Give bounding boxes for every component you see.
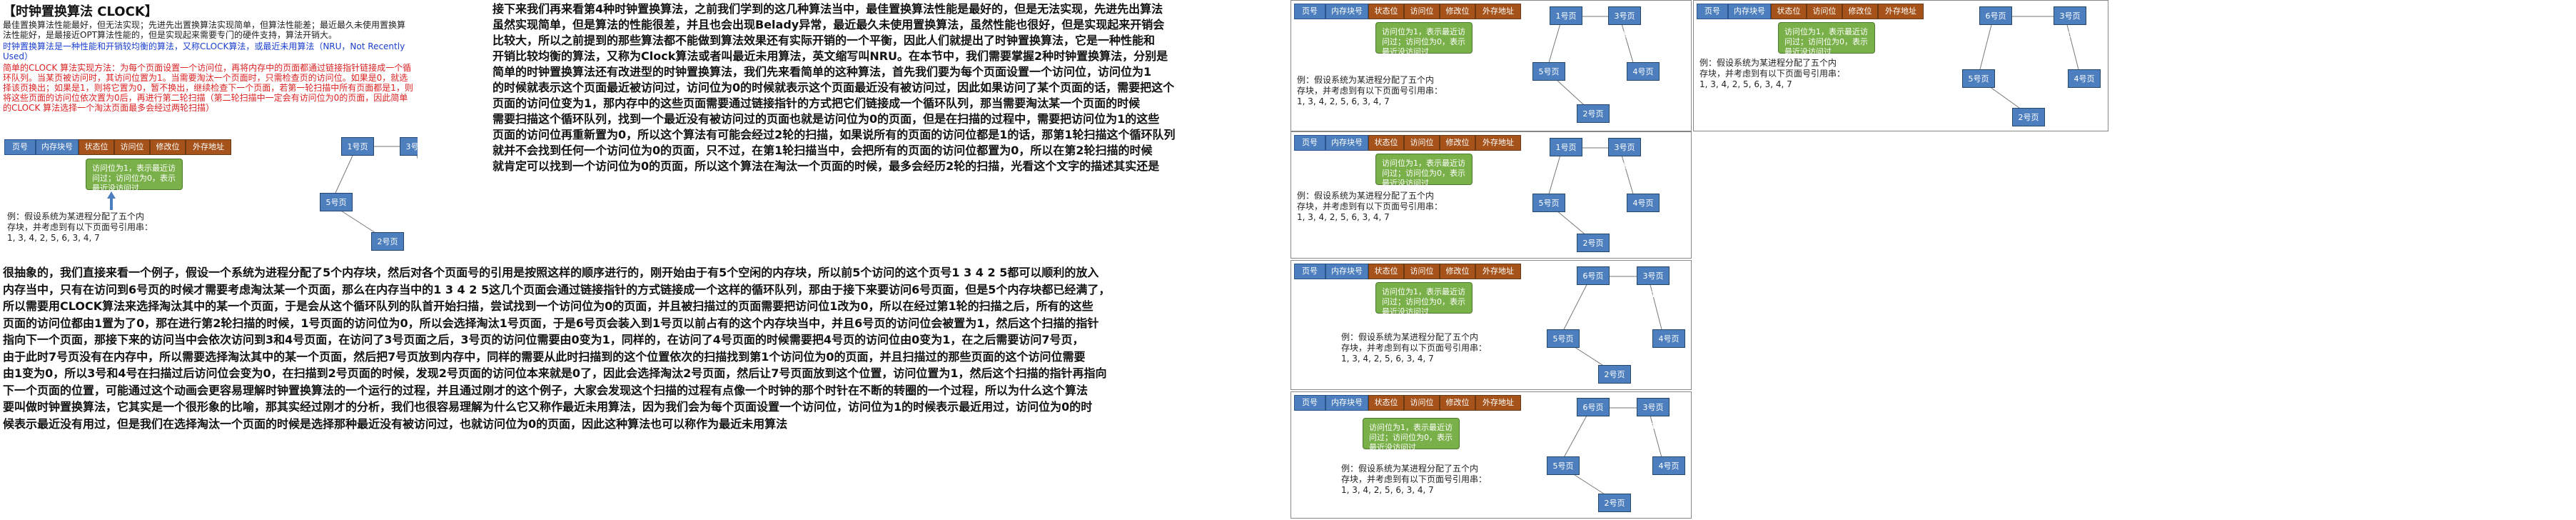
para-bottom-line-3: 所以需要用CLOCK算法来选择淘汰其中的某一个页面，于是会从这个循环队列的队首开…: [3, 299, 1093, 313]
para-top-line-2: 虽然实现简单，但是算法的性能很差，并且也会出现Belady异常，最近最久未使用置…: [493, 18, 1165, 31]
diagram-panel-c: 页号 内存块号 状态位 访问位 修改位 外存地址 访问位为1，表示最近访问过；访…: [1290, 131, 1692, 259]
para-bottom-line-2: 内存当中，只有在访问到6号页的时候才需要考虑淘汰某一个页面，那么在内存当中的1 …: [3, 282, 1111, 296]
queue-node-page-1: 1号页(1): [341, 137, 374, 170]
para-bottom-line-9: 要叫做时钟置换算法，它其实是一个很形象的比喻，那其实经过刚才的分析，我们也很容易…: [3, 400, 1093, 414]
queue-links: [335, 146, 418, 240]
node-c-3: 3号页(1): [1608, 138, 1641, 171]
node-e-2: 2号页(1): [1598, 494, 1631, 518]
para-bottom-line-5: 指向下一个页面，那接下来的访问当中会依次访问到3和4号页面，在访问了3号页面之后…: [3, 333, 1084, 346]
left-doc-panel: 【时钟置换算法 CLOCK】 最佳置换算法性能最好，但无法实现；先进先出置换算法…: [0, 0, 418, 254]
node-e-5: 5号页(1): [1547, 456, 1580, 489]
node-c-2: 2号页(1): [1577, 234, 1610, 258]
node-e-4: 4号页(1): [1652, 456, 1685, 489]
node-d-6: 6号页(1): [1577, 266, 1610, 299]
para-bottom-line-10: 候表示最近没有用过，但是我们在选择淘汰一个页面的时候是选择那种最近没有被访问过，…: [3, 416, 788, 431]
paragraph-bottom: 很抽象的，我们直接来看一个例子，假设一个系统为进程分配了5个内存块，然后对各个页…: [3, 264, 1288, 432]
node-c-5: 5号页(1): [1532, 194, 1565, 226]
node-c-1: 1号页(1): [1550, 138, 1582, 171]
node-e-3: 3号页(1): [1637, 398, 1670, 431]
para-top-line-7: 页面的访问位变为1，那内存中的这些页面需要通过链接指针的方式把它们链接成一个循环…: [493, 96, 1141, 110]
node-c-4: 4号页(1): [1627, 194, 1660, 226]
para-top-line-8: 需要扫描这个循环队列，找到一个最近没有被访问过的页面也就是访问位为0的页面，但是…: [493, 112, 1160, 126]
node-e-6: 6号页(1): [1577, 398, 1610, 431]
diagram-panel-e: 页号 内存块号 状态位 访问位 修改位 外存地址 访问位为1，表示最近访问过；访…: [1290, 391, 1692, 519]
node-b-3: 3号页(0): [2054, 6, 2086, 39]
diagram-panel-b: 页号 内存块号 状态位 访问位 修改位 外存地址 访问位为1，表示最近访问过；访…: [1693, 0, 2108, 131]
queue-node-page-5: 5号页(1): [320, 193, 353, 226]
node-a-3: 3号页(1): [1608, 6, 1641, 39]
node-d-5: 5号页(1): [1547, 329, 1580, 362]
para-bottom-line-4: 页面的访问位都由1置为了0，那在进行第2轮扫描的时候，1号页面的访问位为0，所以…: [3, 316, 1099, 330]
paragraph-top: 接下来我们再来看第4种时钟置换算法，之前我们学到的这几种算法当中，最佳置换算法性…: [493, 1, 1285, 174]
node-d-4: 4号页(1): [1652, 329, 1685, 362]
para-bottom-line-6: 由于此时7号页没有在内存中，所以需要选择淘汰其中的某一个页面，然后把7号页放到内…: [3, 349, 1086, 364]
para-bottom-line-1: 很抽象的，我们直接来看一个例子，假设一个系统为进程分配了5个内存块，然后对各个页…: [3, 266, 1099, 279]
node-b-5: 5号页(0): [1962, 69, 1995, 102]
para-bottom-line-7: 由1变为0，所以3号和4号在扫描过后访问位会变为0，在扫描到2号页面的时候，发现…: [3, 366, 1107, 380]
node-b-2: 2号页(0): [2012, 108, 2045, 126]
node-a-5: 5号页(1): [1532, 62, 1565, 95]
para-top-line-5: 简单的时钟置换算法还有改进型的时钟置换算法，我们先来看简单的这种算法，首先我们要…: [493, 65, 1152, 79]
node-a-1: 1号页(1): [1550, 6, 1582, 39]
node-d-2: 2号页(1): [1598, 365, 1631, 389]
para-top-line-11: 就肯定可以找到一个访问位为0的页面，所以这个算法在淘汰一个页面的时候，最多会经历…: [493, 159, 1160, 173]
para-top-line-9: 页面的访问位再重新置为0，所以这个算法有可能会经过2轮的扫描，如果说所有的页面的…: [493, 128, 1176, 141]
diagram-panel-d: 页号 内存块号 状态位 访问位 修改位 外存地址 访问位为1，表示最近访问过；访…: [1290, 260, 1692, 390]
node-b-4: 4号页(0): [2068, 69, 2101, 102]
para-top-line-4: 开销比较均衡的算法，又称为Clock算法或者叫最近未用算法，英文缩写叫NRU。在…: [493, 49, 1168, 63]
para-top-line-3: 比较大，所以之前提到的那些算法都不能做到算法效果还有实际开销的一个平衡，因此人们…: [493, 34, 1156, 47]
node-a-2: 2号页(1): [1577, 104, 1610, 131]
para-top-line-1: 接下来我们再来看第4种时钟置换算法，之前我们学到的这几种算法当中，最佳置换算法性…: [493, 2, 1163, 16]
para-top-line-10: 就并不会找到任何一个访问位为0的页面，只不过，在第1轮扫描当中，会把所有的页面的…: [493, 144, 1153, 157]
diagram-panel-a: 页号 内存块号 状态位 访问位 修改位 外存地址 访问位为1，表示最近访问过；访…: [1290, 0, 1692, 131]
node-a-4: 4号页(1): [1627, 62, 1660, 95]
queue-node-page-3: 3号页(1): [400, 137, 418, 170]
node-b-6: 6号页(1): [1979, 6, 2012, 39]
queue-node-page-2: 2号页(1): [371, 232, 404, 251]
node-d-3: 3号页(1): [1637, 266, 1670, 299]
para-top-line-6: 的时候就表示这个页面最近被访问过，访问位为0的时候就表示这个页面最近没有被访问过…: [493, 81, 1175, 94]
para-bottom-line-8: 下一个页面的位置，可能通过这个动画会更容易理解时钟置换算法的一个运行的过程，并且…: [3, 383, 1089, 397]
